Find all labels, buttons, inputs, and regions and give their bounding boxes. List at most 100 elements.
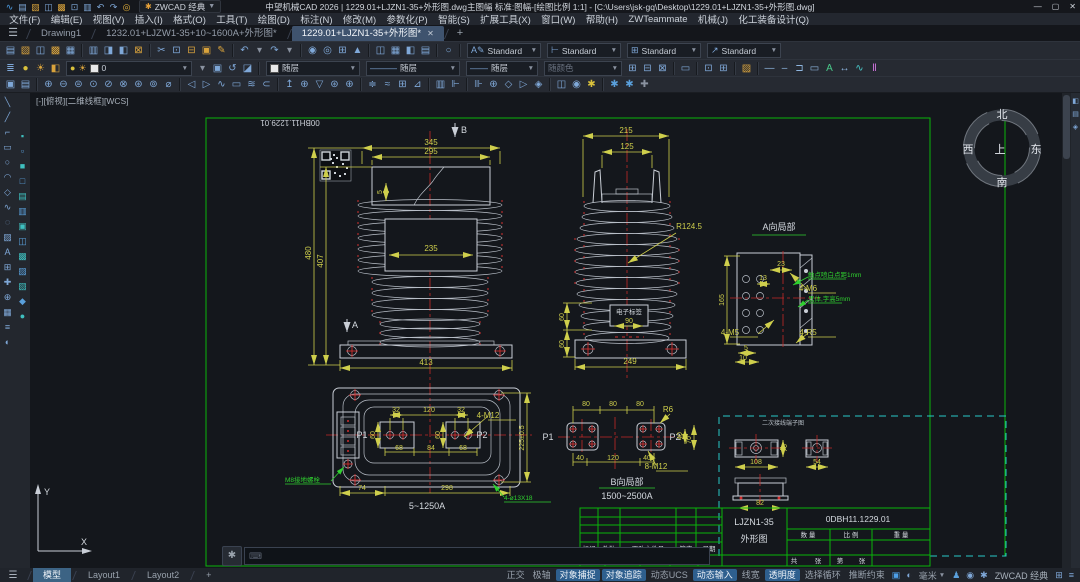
table-icon[interactable]: ⊞ xyxy=(395,77,410,92)
options-gear-icon[interactable]: ✱ xyxy=(607,77,622,92)
vertical-scrollbar[interactable] xyxy=(1062,93,1071,568)
doc-tab-drawing1[interactable]: Drawing1 xyxy=(31,26,91,41)
layout2-tab[interactable]: Layout2 xyxy=(137,568,189,582)
layer-list-dropdown-icon[interactable]: ▾ xyxy=(195,61,210,76)
menu-item-edit[interactable]: 编辑(E) xyxy=(46,12,88,26)
mech-standards-icon[interactable]: ▣ xyxy=(3,77,18,92)
clip-icon[interactable]: ⊂ xyxy=(259,77,274,92)
spline-tool-icon[interactable]: ∿ xyxy=(852,61,867,76)
tools-icon[interactable]: ✚ xyxy=(637,77,652,92)
layer-on-icon[interactable]: ● xyxy=(18,61,33,76)
toggle-ducs[interactable]: 动态UCS xyxy=(647,569,692,581)
move-tool-icon[interactable]: ▥ xyxy=(16,204,29,219)
break-line-icon[interactable]: ∿ xyxy=(214,77,229,92)
copy-tool-icon[interactable]: ▫ xyxy=(16,144,29,159)
redo-dropdown-icon[interactable]: ▾ xyxy=(282,43,297,58)
block-lib-icon[interactable]: ◈ xyxy=(531,77,546,92)
tab-menu-icon[interactable]: ☰ xyxy=(0,26,26,41)
toggle-selection-cycling[interactable]: 选择循环 xyxy=(801,569,845,581)
mirror-tool-icon[interactable]: ■ xyxy=(16,159,29,174)
match-properties-icon[interactable]: ▣ xyxy=(199,43,214,58)
pan-icon[interactable]: ◉ xyxy=(305,43,320,58)
array-tool-icon[interactable]: ▤ xyxy=(16,189,29,204)
dim-tool-icon[interactable]: ↔ xyxy=(837,61,852,76)
line-thin-icon[interactable]: — xyxy=(762,61,777,76)
command-input[interactable]: ⌨ xyxy=(244,547,710,565)
fullscreen-icon[interactable]: ⊞ xyxy=(1052,570,1066,581)
toggle-transparency[interactable]: 透明度 xyxy=(765,569,800,581)
polyline-icon[interactable]: ⊐ xyxy=(792,61,807,76)
hatch-draw-icon[interactable]: ▨ xyxy=(1,230,14,245)
hole-icon[interactable]: ⌀ xyxy=(161,77,176,92)
zoom-previous-icon[interactable]: ▲ xyxy=(350,43,365,58)
make-block-icon[interactable]: ⊟ xyxy=(640,61,655,76)
bom-icon[interactable]: ▥ xyxy=(433,77,448,92)
menu-item-parametric[interactable]: 参数化(P) xyxy=(381,12,433,26)
menu-item-file[interactable]: 文件(F) xyxy=(4,12,46,26)
export-icon[interactable]: ▦ xyxy=(63,43,78,58)
line-tool-icon[interactable]: ╲ xyxy=(1,95,14,110)
paste-icon[interactable]: ⊟ xyxy=(184,43,199,58)
close-button[interactable]: ✕ xyxy=(1069,2,1076,11)
qat-saveas-icon[interactable]: ▩ xyxy=(55,1,68,13)
copy-icon[interactable]: ⊡ xyxy=(169,43,184,58)
toggle-infer-constraints[interactable]: 推断约束 xyxy=(845,569,889,581)
command-settings-gear-icon[interactable]: ✱ xyxy=(222,546,242,566)
polygon-tool-icon[interactable]: ◇ xyxy=(1,185,14,200)
offset-tool-icon[interactable]: □ xyxy=(16,174,29,189)
drawing-canvas[interactable]: [-][俯视][二维线框][WCS] 00BH11.1229.01 北 xyxy=(30,93,1062,568)
qat-undo-icon[interactable]: ↶ xyxy=(94,1,107,13)
rect-tool-icon[interactable]: ▭ xyxy=(807,61,822,76)
isolate-objects-icon[interactable]: ◐ xyxy=(903,570,914,580)
balloon-icon[interactable]: ⊕ xyxy=(342,77,357,92)
title-block-icon[interactable]: ▭ xyxy=(229,77,244,92)
spline-draw-icon[interactable]: ∿ xyxy=(1,200,14,215)
layer-lock-icon[interactable]: ◧ xyxy=(48,61,63,76)
tolerance-icon[interactable]: ⊕ xyxy=(297,77,312,92)
layer-previous-icon[interactable]: ↺ xyxy=(225,61,240,76)
surface-finish-icon[interactable]: ⊛ xyxy=(327,77,342,92)
menu-item-mechanical[interactable]: 机械(J) xyxy=(693,12,733,26)
layout1-tab[interactable]: Layout1 xyxy=(78,568,130,582)
toggle-lineweight[interactable]: 线宽 xyxy=(738,569,764,581)
qat-redo-icon[interactable]: ↷ xyxy=(107,1,120,13)
extend-tool-icon[interactable]: ▧ xyxy=(16,279,29,294)
mech-layers-icon[interactable]: ▤ xyxy=(18,77,33,92)
mleader-style-combo[interactable]: ↗ Standard ▼ xyxy=(707,43,781,58)
draw-order-icon[interactable]: ▭ xyxy=(678,61,693,76)
customize-icon[interactable]: ≡ xyxy=(1066,570,1080,580)
layout-menu-icon[interactable]: ☰ xyxy=(0,570,26,581)
viewport-label[interactable]: [-][俯视][二维线框][WCS] xyxy=(36,96,129,106)
annotation-scale-icon[interactable]: ▣ xyxy=(889,570,904,581)
menu-item-window[interactable]: 窗口(W) xyxy=(536,12,581,26)
hatch-icon[interactable]: ▨ xyxy=(739,61,754,76)
menu-item-tools[interactable]: 工具(T) xyxy=(211,12,253,26)
menu-item-view[interactable]: 视图(V) xyxy=(88,12,130,26)
mline-tool-icon[interactable]: ≡ xyxy=(1,320,14,335)
toggle-dyn-input[interactable]: 动态输入 xyxy=(693,569,737,581)
undo-icon[interactable]: ↶ xyxy=(237,43,252,58)
qat-redline-icon[interactable]: ◎ xyxy=(120,1,133,13)
stretch-tool-icon[interactable]: ▩ xyxy=(16,249,29,264)
open-icon[interactable]: ▧ xyxy=(18,43,33,58)
new-icon[interactable]: ▤ xyxy=(3,43,18,58)
parts-list-icon[interactable]: ⊩ xyxy=(448,77,463,92)
compare-icon[interactable]: ◫ xyxy=(554,77,569,92)
circle-tool-icon[interactable]: ○ xyxy=(1,155,14,170)
publish-icon[interactable]: ◧ xyxy=(116,43,131,58)
viewport-icon[interactable]: ◫ xyxy=(373,43,388,58)
qat-save-icon[interactable]: ◫ xyxy=(42,1,55,13)
settings-gear-icon[interactable]: ✱ xyxy=(584,77,599,92)
menu-item-express[interactable]: 扩展工具(X) xyxy=(475,12,536,26)
maximize-button[interactable]: ▢ xyxy=(1052,2,1060,11)
make-layer-current-icon[interactable]: ▣ xyxy=(210,61,225,76)
tab-close-icon[interactable]: ✕ xyxy=(427,26,434,41)
save-as-icon[interactable]: ▩ xyxy=(48,43,63,58)
revcloud-tool-icon[interactable]: ◐ xyxy=(1,335,14,350)
model-tab[interactable]: 模型 xyxy=(33,568,71,582)
text-draw-icon[interactable]: A xyxy=(1,245,14,260)
datum-icon[interactable]: ▽ xyxy=(312,77,327,92)
toggle-ortho[interactable]: 正交 xyxy=(503,569,529,581)
group-icon[interactable]: ⊡ xyxy=(701,61,716,76)
fillet-mod-icon[interactable]: ◆ xyxy=(16,294,29,309)
